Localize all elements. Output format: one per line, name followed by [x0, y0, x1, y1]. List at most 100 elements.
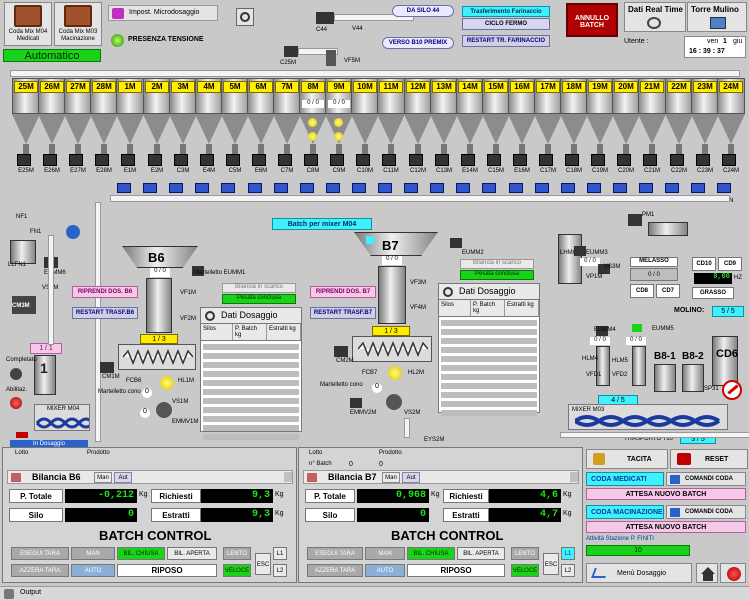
screw-sp6n[interactable] [248, 183, 262, 193]
motor-c44[interactable] [316, 12, 334, 24]
screw-sp23n[interactable] [691, 183, 705, 193]
motor-c20m[interactable] [617, 154, 631, 166]
motor-e27m[interactable] [69, 154, 83, 166]
silo-23m[interactable]: 23M [691, 78, 719, 154]
b7-azzera-tara-button[interactable]: AZZERA TARA [307, 564, 363, 577]
screw-sp7n[interactable] [274, 183, 288, 193]
screw-sp15n[interactable] [482, 183, 496, 193]
silo-13m[interactable]: 13M [430, 78, 458, 154]
b6-l1-button[interactable]: L1 [273, 547, 287, 560]
screw-sp12n[interactable] [404, 183, 418, 193]
silo-27m[interactable]: 27M [64, 78, 92, 154]
screw-sp19n[interactable] [587, 183, 601, 193]
silo-4m[interactable]: 4M [195, 78, 223, 154]
motor-e16m[interactable] [513, 154, 527, 166]
valve-vf5m[interactable] [326, 50, 336, 66]
silo-24m[interactable]: 24M [717, 78, 745, 154]
riprendi-dos-b7-button[interactable]: RIPRENDI DOS. B7 [310, 286, 376, 298]
silo-22m[interactable]: 22M [665, 78, 693, 154]
b7-esegui-tara-button[interactable]: ESEGUI TARA [307, 547, 363, 560]
b6-man-button[interactable]: Man [94, 472, 112, 483]
mixer-m03[interactable]: MIXER M03 [568, 404, 728, 430]
motor-c15m[interactable] [487, 154, 501, 166]
cd10-button[interactable]: CD10 [692, 257, 716, 271]
motor-c22m[interactable] [670, 154, 684, 166]
grasso-button[interactable]: GRASSO [692, 287, 734, 299]
screw-sp1n[interactable] [117, 183, 131, 193]
coda-mix-m03-button[interactable]: Coda Mix M03 Macinazione [54, 2, 102, 46]
b7-veloce-button[interactable]: VELOCE [511, 564, 539, 577]
b7-l1-button[interactable]: L1 [561, 547, 575, 560]
mixer-m04[interactable]: MIXER M04 [34, 404, 90, 431]
screw-sp24n[interactable] [717, 183, 731, 193]
silo-18m[interactable]: 18M [560, 78, 588, 154]
b7-bil-aperta-button[interactable]: BIL. APERTA [457, 547, 505, 560]
fan-fn1-icon[interactable] [66, 225, 80, 239]
silo-12m[interactable]: 12M [404, 78, 432, 154]
silo-6m[interactable]: 6M [247, 78, 275, 154]
coda-mix-m04-button[interactable]: Coda Mix M04 Medicati [4, 2, 52, 46]
motor-c18m[interactable] [565, 154, 579, 166]
b6-veloce-button[interactable]: VELOCE [223, 564, 251, 577]
silo-3m[interactable]: 3M [169, 78, 197, 154]
screw-sp3n[interactable] [169, 183, 183, 193]
cd8-button[interactable]: CD8 [630, 284, 654, 298]
motor-c12m[interactable] [409, 154, 423, 166]
b6-lento-button[interactable]: LENTO [223, 547, 251, 560]
silo-26m[interactable]: 26M [38, 78, 66, 154]
comandi-coda-medicati-button[interactable]: COMANDI CODA [666, 472, 746, 486]
motor-e25m[interactable] [17, 154, 31, 166]
motor-c23m[interactable] [696, 154, 710, 166]
b6-auto-mode-button[interactable]: AUTO [71, 564, 115, 577]
motor-c21m[interactable] [643, 154, 657, 166]
motor-c17m[interactable] [539, 154, 553, 166]
b7-bil-chiusa-button[interactable]: BIL. CHIUSA [407, 547, 455, 560]
silo-11m[interactable]: 11M [377, 78, 405, 154]
emergency-button[interactable] [720, 563, 746, 583]
screw-sp11n[interactable] [378, 183, 392, 193]
motor-eumm3[interactable] [574, 246, 586, 256]
menu-dosaggio-button[interactable]: Menù Dosaggio [586, 563, 692, 583]
b6-l2-button[interactable]: L2 [273, 564, 287, 577]
motor-e4m[interactable] [200, 154, 214, 166]
silo-2m[interactable]: 2M [143, 78, 171, 154]
b6-aut-button[interactable]: Aut [114, 472, 132, 483]
motor-c13m[interactable] [435, 154, 449, 166]
screw-sp2n[interactable] [143, 183, 157, 193]
restart-trasf-b6-button[interactable]: RESTART TRASF.B6 [72, 307, 138, 319]
silo-5m[interactable]: 5M [221, 78, 249, 154]
b7-man-button[interactable]: Man [382, 472, 400, 483]
motor-e6m[interactable] [252, 154, 266, 166]
restart-trasf-b7-button[interactable]: RESTART TRASF.B7 [310, 307, 376, 319]
b7-lento-button[interactable]: LENTO [511, 547, 539, 560]
screw-sp21n[interactable] [639, 183, 653, 193]
annullo-batch-button[interactable]: ANNULLO BATCH [566, 3, 618, 37]
screw-sp4n[interactable] [195, 183, 209, 193]
screw-sp17n[interactable] [535, 183, 549, 193]
tacita-button[interactable]: TACITA [586, 449, 668, 469]
screw-sp13n[interactable] [430, 183, 444, 193]
reset-button[interactable]: RESET [670, 449, 748, 469]
b6-bil-chiusa-button[interactable]: BIL. CHIUSA [117, 547, 165, 560]
screw-sp14n[interactable] [456, 183, 470, 193]
motor-c25m[interactable] [284, 46, 298, 57]
motor-c5m[interactable] [226, 154, 240, 166]
motor-c3m[interactable] [174, 154, 188, 166]
motor-c8m[interactable] [304, 154, 318, 166]
dati-real-time-button[interactable]: Dati Real Time [624, 2, 686, 32]
silo-1m[interactable]: 1M [116, 78, 144, 154]
output-tab[interactable]: Output [20, 589, 41, 596]
scroll-handle-icon[interactable] [284, 472, 292, 482]
riprendi-dos-b6-button[interactable]: RIPRENDI DOS. B6 [72, 286, 138, 298]
motor-c24m[interactable] [722, 154, 736, 166]
valve-vs2m[interactable] [386, 394, 402, 410]
motor-c7m[interactable] [278, 154, 292, 166]
motor-cm1m[interactable] [100, 362, 114, 373]
silo-14m[interactable]: 14M [456, 78, 484, 154]
impost-microdosaggio-button[interactable]: Impost. Microdosaggio [108, 5, 218, 21]
b7-aut-button[interactable]: Aut [402, 472, 420, 483]
restart-farinaccio-button[interactable]: RESTART TR. FARINACCIO [462, 35, 550, 47]
screw-sp16n[interactable] [509, 183, 523, 193]
silo-9m[interactable]: 9M [325, 78, 353, 154]
motor-e2m[interactable] [148, 154, 162, 166]
